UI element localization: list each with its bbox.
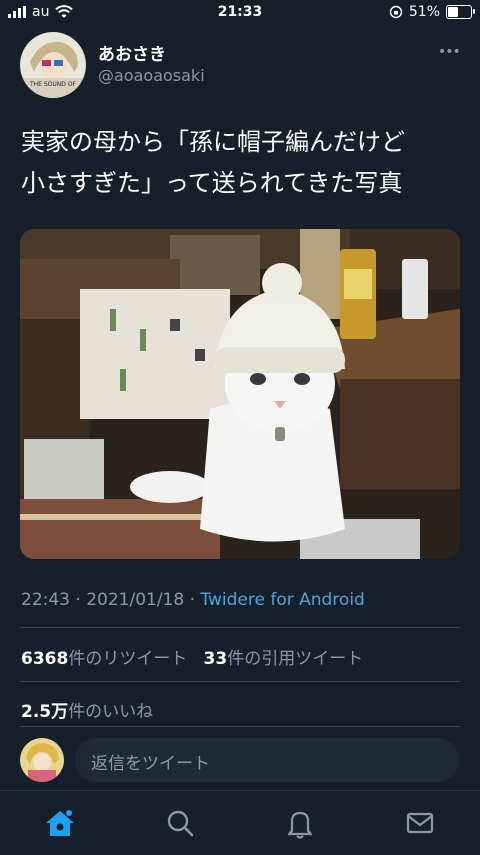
divider (20, 627, 460, 628)
retweets-label: 件のリツイート (68, 649, 188, 669)
search-tab[interactable] (162, 805, 198, 841)
display-name[interactable]: あおさき (98, 40, 166, 65)
quotes-label: 件の引用ツイート (227, 649, 364, 669)
likes-count: 2.5万 (21, 702, 69, 722)
tweet-photo[interactable] (20, 229, 460, 559)
avatar-caption: THE SOUND OF (29, 81, 77, 88)
battery-icon (446, 5, 475, 19)
reply-placeholder: 返信をツイート (91, 754, 210, 774)
bell-icon (287, 811, 313, 839)
mail-icon (406, 812, 434, 834)
status-right: 51% (389, 4, 475, 20)
divider (20, 726, 460, 727)
messages-tab[interactable] (402, 805, 438, 841)
notifications-tab[interactable] (282, 805, 318, 841)
more-options-icon[interactable]: ••• (438, 44, 461, 60)
user-handle[interactable]: @aoaoaosaki (98, 66, 205, 85)
tweet-metadata: 22:43 · 2021/01/18 · Twidere for Android (21, 590, 365, 610)
tweet-text: 実家の母から「孫に帽子編んだけど 小さすぎた」って送られてきた写真 (21, 122, 461, 204)
search-icon (167, 810, 194, 837)
reply-input[interactable]: 返信をツイート (75, 738, 459, 782)
tweet-source-link[interactable]: Twidere for Android (200, 590, 364, 610)
divider (20, 681, 460, 682)
tweet-text-line-1: 実家の母から「孫に帽子編んだけど (21, 128, 405, 156)
tweet-text-line-2: 小さすぎた」って送られてきた写真 (21, 169, 403, 197)
battery-percent: 51% (408, 4, 440, 20)
tweet-timestamp: 22:43 · 2021/01/18 · (21, 590, 201, 610)
likes-label: 件のいいね (68, 702, 154, 722)
bottom-tab-bar (0, 790, 480, 855)
status-bar: au 21:33 51% (0, 0, 480, 26)
current-user-avatar[interactable] (20, 738, 64, 782)
home-icon (46, 810, 74, 836)
quotes-stat[interactable]: 33件の引用ツイート (204, 649, 364, 669)
quotes-count: 33 (203, 649, 228, 669)
retweets-stat[interactable]: 6368件のリツイート (21, 649, 187, 669)
author-avatar[interactable]: THE SOUND OF (20, 32, 86, 98)
orientation-lock-icon (389, 5, 403, 19)
retweet-quote-counts: 6368件のリツイート 33件の引用ツイート (21, 644, 363, 669)
likes-stat[interactable]: 2.5万件のいいね (21, 697, 153, 722)
retweets-count: 6368 (21, 649, 69, 669)
home-tab[interactable] (42, 805, 78, 841)
